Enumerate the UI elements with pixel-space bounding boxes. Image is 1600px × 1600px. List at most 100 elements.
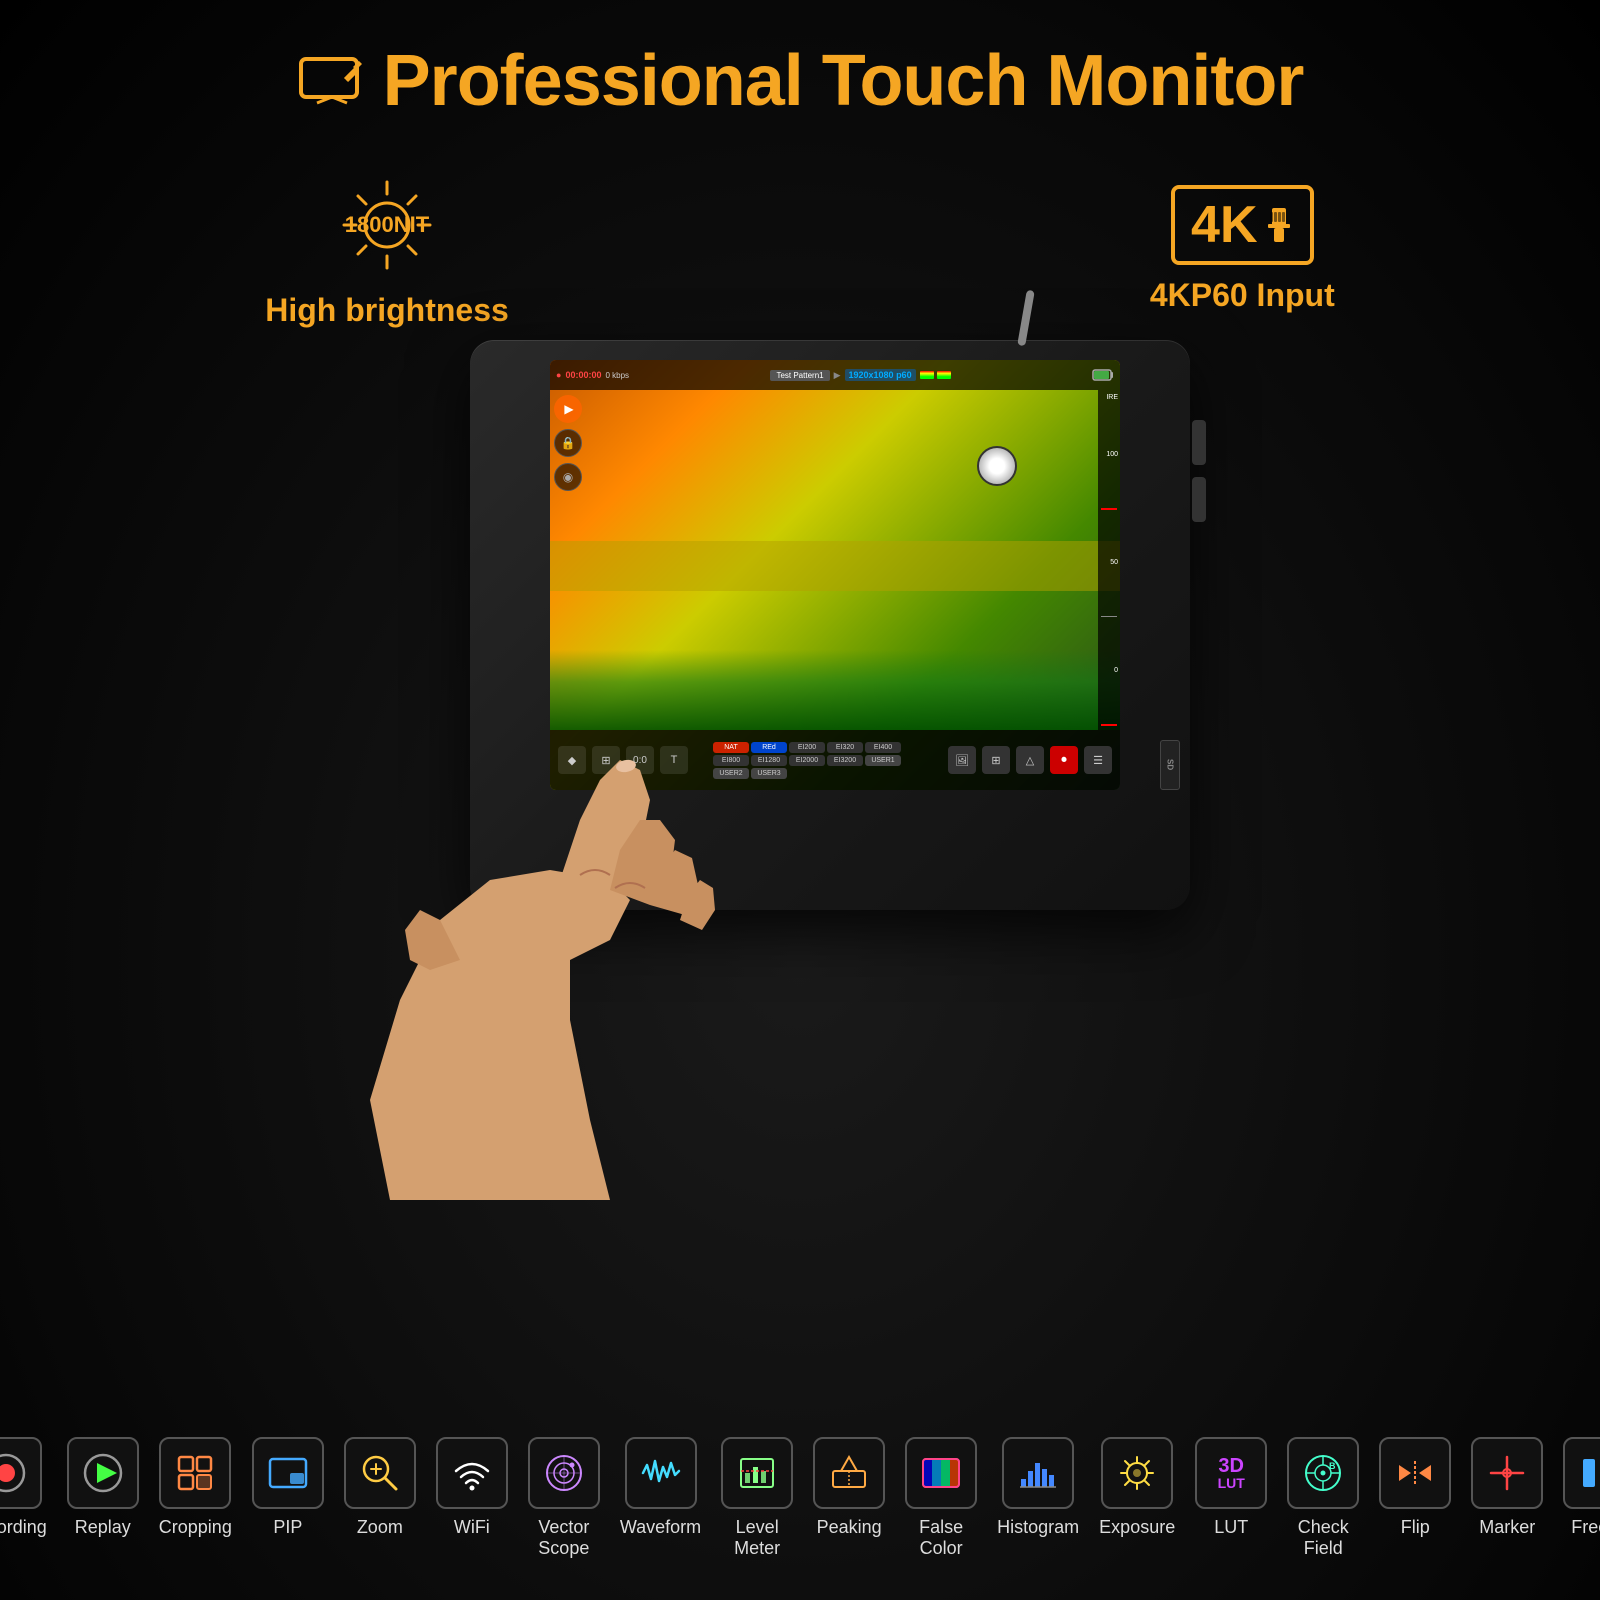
feature-cropping: Cropping (159, 1437, 232, 1539)
feature-flip: Flip (1379, 1437, 1451, 1539)
pattern-label: Test Pattern1 (770, 370, 829, 381)
hud-top-bar: ● 00:00:00 0 kbps Test Pattern1 ▶ 1920x1… (550, 360, 1120, 390)
histogram-icon (1016, 1451, 1060, 1495)
histogram-label: Histogram (997, 1517, 1079, 1539)
flip-icon (1393, 1451, 1437, 1495)
page-title: Professional Touch Monitor (383, 40, 1304, 122)
zoom-icon-box (344, 1437, 416, 1509)
svg-text:1800NIT: 1800NIT (345, 212, 430, 237)
feature-exposure: Exposure (1099, 1437, 1175, 1539)
left-controls: ▶ 🔒 ◉ (554, 395, 582, 491)
replay-icon (81, 1451, 125, 1495)
peaking-label: Peaking (817, 1517, 882, 1539)
peaking-icon-box (813, 1437, 885, 1509)
recording-label: Recording (0, 1517, 47, 1539)
feature-callouts: 1800NIT High brightness 4K 4KP60 Input (0, 170, 1600, 329)
waveform-label: Waveform (620, 1517, 701, 1539)
record-dot: ● (556, 370, 561, 380)
grid-icon-btn: ⊞ (982, 746, 1010, 774)
svg-text:B: B (1329, 1461, 1336, 1471)
features-bar: Recording Replay Cropping (0, 1437, 1600, 1560)
hand-gesture (310, 720, 910, 1220)
false-color-icon-box (905, 1437, 977, 1509)
ire-scale: IRE 100 50 0 (1098, 390, 1120, 730)
peaking-icon (827, 1451, 871, 1495)
level-meter-label: Level Meter (721, 1517, 793, 1560)
monitor-icon (297, 53, 367, 109)
check-field-icon: B (1301, 1451, 1345, 1495)
flip-icon-box (1379, 1437, 1451, 1509)
zoom-label: Zoom (357, 1517, 403, 1539)
exposure-label: Exposure (1099, 1517, 1175, 1539)
wifi-icon-box (436, 1437, 508, 1509)
freeze-icon-box (1563, 1437, 1600, 1509)
waveform-icon (639, 1451, 683, 1495)
cropping-label: Cropping (159, 1517, 232, 1539)
bitrate: 0 kbps (605, 371, 629, 380)
cropping-icon (173, 1451, 217, 1495)
input-callout: 4K 4KP60 Input (1150, 185, 1335, 314)
hud-center: Test Pattern1 ▶ 1920x1080 p60 (770, 369, 950, 381)
exposure-icon (1115, 1451, 1159, 1495)
feature-wifi: WiFi (436, 1437, 508, 1539)
freeze-label: Freeze (1571, 1517, 1600, 1539)
recording-icon (0, 1451, 28, 1495)
timecode: 00:00:00 (565, 370, 601, 380)
feature-waveform: Waveform (620, 1437, 701, 1539)
hud-right (1092, 368, 1114, 382)
feature-check-field: B Check Field (1287, 1437, 1359, 1560)
feature-freeze: Freeze (1563, 1437, 1600, 1539)
feature-pip: PIP (252, 1437, 324, 1539)
replay-icon-box (67, 1437, 139, 1509)
pip-icon-box (252, 1437, 324, 1509)
replay-label: Replay (75, 1517, 131, 1539)
monitor-device: ● 00:00:00 0 kbps Test Pattern1 ▶ 1920x1… (410, 340, 1190, 940)
feature-histogram: Histogram (997, 1437, 1079, 1539)
pip-label: PIP (273, 1517, 302, 1539)
play-btn: ▶ (554, 395, 582, 423)
lut-label: LUT (1214, 1517, 1248, 1539)
header: Professional Touch Monitor (0, 40, 1600, 122)
cropping-icon-box (159, 1437, 231, 1509)
check-field-label: Check Field (1287, 1517, 1359, 1560)
feature-recording: Recording (0, 1437, 47, 1539)
histogram-icon-box (1002, 1437, 1074, 1509)
resolution-label: 1920x1080 p60 (845, 369, 916, 381)
hand-svg (310, 720, 910, 1220)
feature-peaking: Peaking (813, 1437, 885, 1539)
zoom-icon (358, 1451, 402, 1495)
lut-badge: 3D LUT (1218, 1456, 1245, 1490)
4k-label: 4KP60 Input (1150, 277, 1335, 314)
false-color-label: False Color (905, 1517, 977, 1560)
recording-icon-box (0, 1437, 42, 1509)
exposure-icon-box (1101, 1437, 1173, 1509)
img-icon-btn: 🖼 (948, 746, 976, 774)
4k-text: 4K (1191, 195, 1257, 255)
brightness-label: High brightness (265, 292, 509, 329)
sun-icon: 1800NIT (332, 170, 442, 280)
side-buttons (1192, 420, 1206, 522)
false-color-icon (919, 1451, 963, 1495)
focus-btn: ◉ (554, 463, 582, 491)
signal-bars (920, 371, 951, 379)
battery-icon (1092, 368, 1114, 382)
feature-replay: Replay (67, 1437, 139, 1539)
feature-false-color: False Color (905, 1437, 977, 1560)
feature-level-meter: Level Meter (721, 1437, 793, 1560)
brightness-callout: 1800NIT High brightness (265, 170, 509, 329)
level-meter-icon (735, 1451, 779, 1495)
feature-zoom: Zoom (344, 1437, 416, 1539)
hud-left: ● 00:00:00 0 kbps (556, 370, 629, 380)
waveform-icon-box (625, 1437, 697, 1509)
menu-icon-btn: ☰ (1084, 746, 1112, 774)
vector-scope-icon-box (528, 1437, 600, 1509)
side-btn-1 (1192, 420, 1206, 465)
feature-marker: Marker (1471, 1437, 1543, 1539)
flip-label: Flip (1401, 1517, 1430, 1539)
marker-label: Marker (1479, 1517, 1535, 1539)
wifi-icon (450, 1451, 494, 1495)
level-meter-icon-box (721, 1437, 793, 1509)
bottom-right-icons: 🖼 ⊞ △ ⏺ ☰ (948, 746, 1112, 774)
feature-vector-scope: Vector Scope (528, 1437, 600, 1560)
waveform-overlay (550, 650, 1120, 730)
